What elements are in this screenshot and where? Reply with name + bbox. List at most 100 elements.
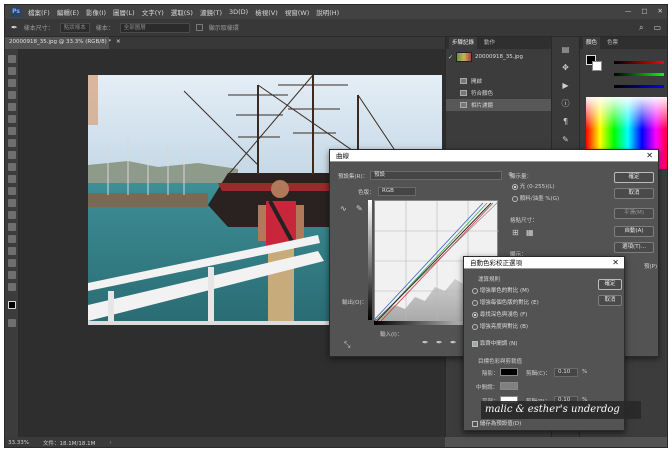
- stamp-tool-icon[interactable]: [8, 151, 16, 159]
- shadow-clip-input[interactable]: 0.10: [554, 368, 578, 377]
- history-snapshot[interactable]: ✓ 20000918_35.jpg: [448, 51, 552, 63]
- lasso-tool-icon[interactable]: [8, 79, 16, 87]
- red-slider[interactable]: [614, 61, 664, 64]
- healing-tool-icon[interactable]: [8, 127, 16, 135]
- auto-color-ok-button[interactable]: 確定: [598, 279, 622, 290]
- navigator-icon[interactable]: ✥: [560, 63, 571, 72]
- auto-button[interactable]: 自動(A): [614, 226, 654, 237]
- show-ring-checkbox[interactable]: [195, 24, 203, 31]
- tab-history[interactable]: 步驟記錄: [449, 37, 478, 49]
- menu-help[interactable]: 說明(H): [316, 7, 339, 17]
- menu-filter[interactable]: 濾鏡(T): [200, 7, 222, 17]
- quick-mask-icon[interactable]: [8, 319, 16, 327]
- menu-edit[interactable]: 編輯(E): [57, 7, 79, 17]
- light-radio[interactable]: [512, 183, 518, 190]
- shadow-color-swatch[interactable]: [500, 368, 518, 376]
- play-action-icon[interactable]: ▶: [560, 81, 571, 90]
- smooth-button[interactable]: 平滑(M): [614, 208, 654, 219]
- blur-tool-icon[interactable]: [8, 199, 16, 207]
- background-swatch[interactable]: [592, 61, 602, 71]
- menu-type[interactable]: 文字(Y): [142, 7, 164, 17]
- close-tab-icon[interactable]: ✕: [116, 39, 121, 45]
- close-window-button[interactable]: ✕: [658, 7, 663, 15]
- close-icon[interactable]: ✕: [646, 150, 653, 162]
- algorithm-option-2[interactable]: 尋找深色與淺色 (F): [472, 310, 527, 318]
- maximize-button[interactable]: □: [641, 7, 647, 15]
- save-default-option[interactable]: 儲存為預設值(D): [472, 419, 521, 427]
- shape-tool-icon[interactable]: [8, 259, 16, 267]
- simple-grid-icon[interactable]: ⊞: [512, 228, 519, 237]
- eraser-tool-icon[interactable]: [8, 175, 16, 183]
- zoom-tool-icon[interactable]: [8, 283, 16, 291]
- sample-select[interactable]: 全部圖層: [119, 22, 190, 33]
- auto-color-cancel-button[interactable]: 取消: [598, 295, 622, 306]
- channel-select[interactable]: RGB: [378, 187, 416, 196]
- eyedropper-tool-icon[interactable]: [8, 115, 16, 123]
- tab-swatches[interactable]: 色票: [604, 37, 621, 49]
- preview-label[interactable]: 預(P): [644, 262, 657, 270]
- status-menu-icon[interactable]: ›: [109, 440, 111, 446]
- sample-size-select[interactable]: 點狀樣本: [59, 22, 90, 33]
- algorithm-radio[interactable]: [472, 287, 478, 294]
- histogram-icon[interactable]: ▤: [560, 45, 571, 54]
- snap-neutral-checkbox[interactable]: [472, 340, 478, 347]
- document-tab[interactable]: 20000918_35.jpg @ 33.3% (RGB/8) * ✕: [5, 37, 121, 49]
- options-button[interactable]: 選項(T)...: [614, 242, 654, 253]
- foreground-color-icon[interactable]: [8, 301, 16, 309]
- dodge-tool-icon[interactable]: [8, 211, 16, 219]
- menu-window[interactable]: 視窗(W): [285, 7, 310, 17]
- menu-3d[interactable]: 3D(D): [229, 8, 248, 16]
- zoom-level[interactable]: 33.33%: [8, 440, 29, 446]
- green-slider[interactable]: [614, 73, 664, 76]
- menu-image[interactable]: 影像(I): [86, 7, 106, 17]
- paragraph-icon[interactable]: ¶: [560, 117, 571, 126]
- pigment-option[interactable]: 顏料/油墨 %(G): [512, 194, 559, 202]
- gray-eyedropper-icon[interactable]: ✒: [436, 338, 443, 347]
- curves-ok-button[interactable]: 確定: [614, 172, 654, 183]
- light-option[interactable]: 光 (0-255)(L): [512, 182, 555, 190]
- show-clipping-icon[interactable]: ⤡: [344, 340, 350, 350]
- curve-edit-icon[interactable]: ∿: [340, 204, 347, 213]
- hand-tool-icon[interactable]: [8, 271, 16, 279]
- eyedropper-icon[interactable]: ✒: [11, 23, 18, 32]
- info-icon[interactable]: ⓘ: [560, 99, 571, 108]
- algorithm-radio[interactable]: [472, 299, 478, 306]
- detailed-grid-icon[interactable]: ▦: [526, 228, 534, 237]
- pigment-radio[interactable]: [512, 195, 518, 202]
- algorithm-radio[interactable]: [472, 323, 478, 330]
- menu-select[interactable]: 選取(S): [171, 7, 193, 17]
- algorithm-option-3[interactable]: 增強亮度與對比 (B): [472, 322, 528, 330]
- tab-actions[interactable]: 動作: [481, 37, 498, 49]
- curves-cancel-button[interactable]: 取消: [614, 188, 654, 199]
- history-brush-tool-icon[interactable]: [8, 163, 16, 171]
- minimize-button[interactable]: —: [625, 7, 632, 15]
- save-default-checkbox[interactable]: [472, 420, 478, 427]
- type-tool-icon[interactable]: [8, 235, 16, 243]
- brush-tool-icon[interactable]: [8, 139, 16, 147]
- close-icon[interactable]: ✕: [612, 257, 619, 269]
- midtone-color-swatch[interactable]: [500, 382, 518, 390]
- white-eyedropper-icon[interactable]: ✒: [450, 338, 457, 347]
- preset-select[interactable]: 預設: [370, 171, 502, 180]
- workspace-icon[interactable]: ▭: [653, 23, 661, 33]
- history-step[interactable]: 符合顏色: [446, 87, 552, 99]
- blue-slider[interactable]: [614, 85, 664, 88]
- history-step-selected[interactable]: 相片濾鏡: [446, 99, 552, 111]
- move-tool-icon[interactable]: [8, 55, 16, 63]
- black-eyedropper-icon[interactable]: ✒: [422, 338, 429, 347]
- marquee-tool-icon[interactable]: [8, 67, 16, 75]
- pen-tool-icon[interactable]: [8, 223, 16, 231]
- menu-file[interactable]: 檔案(F): [28, 7, 50, 17]
- path-select-tool-icon[interactable]: [8, 247, 16, 255]
- menu-layer[interactable]: 圖層(L): [113, 7, 135, 17]
- history-step[interactable]: 開啟: [446, 75, 552, 87]
- algorithm-option-1[interactable]: 增強每個色版的對比 (E): [472, 298, 539, 306]
- crop-tool-icon[interactable]: [8, 103, 16, 111]
- brush-preset-icon[interactable]: ✎: [560, 135, 571, 144]
- algorithm-radio-selected[interactable]: [472, 311, 478, 318]
- pencil-icon[interactable]: ✎: [356, 204, 363, 213]
- quick-select-tool-icon[interactable]: [8, 91, 16, 99]
- algorithm-option-0[interactable]: 增強單色的對比 (M): [472, 286, 529, 294]
- search-icon[interactable]: ⌕: [639, 23, 643, 33]
- menu-view[interactable]: 檢視(V): [255, 7, 278, 17]
